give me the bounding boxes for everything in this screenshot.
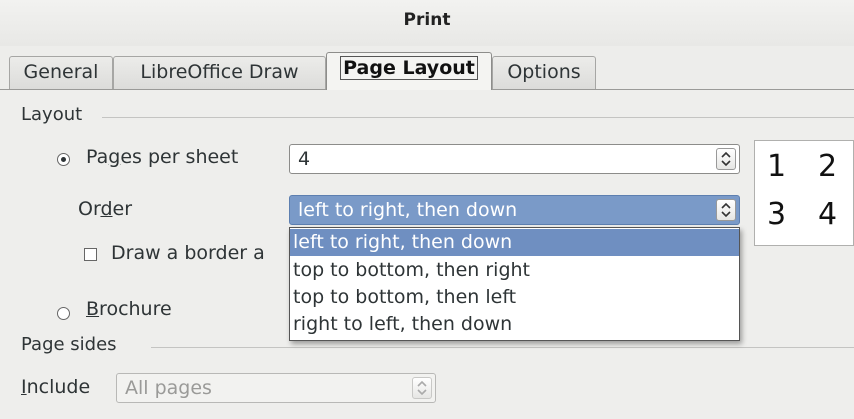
tab-options[interactable]: Options — [492, 56, 596, 89]
updown-chevron-icon[interactable] — [716, 148, 736, 170]
draw-border-label[interactable]: Draw a border a — [111, 242, 265, 264]
page-order-preview: 1 2 3 4 — [754, 140, 854, 246]
order-option-top-to-bottom-then-left[interactable]: top to bottom, then left — [290, 284, 739, 311]
page-sides-section-rule — [151, 347, 854, 348]
tab-bar: General LibreOffice Draw Page Layout Opt… — [0, 52, 854, 90]
updown-chevron-icon[interactable] — [716, 199, 736, 221]
preview-number-1: 1 — [767, 149, 787, 184]
pages-per-sheet-radio[interactable] — [57, 153, 70, 166]
tab-options-label: Options — [507, 61, 581, 83]
tab-page-layout-label: Page Layout — [340, 56, 478, 80]
preview-number-3: 3 — [767, 197, 787, 232]
pages-per-sheet-label[interactable]: Pages per sheet — [86, 146, 238, 168]
include-combo[interactable]: All pages — [116, 373, 436, 403]
tab-libreoffice-draw[interactable]: LibreOffice Draw — [113, 56, 326, 89]
tab-page-layout[interactable]: Page Layout — [326, 52, 492, 90]
brochure-radio[interactable] — [57, 307, 70, 320]
preview-number-2: 2 — [818, 149, 838, 184]
order-value: left to right, then down — [298, 199, 518, 221]
page-sides-section-label: Page sides — [21, 334, 117, 355]
tab-general-label: General — [23, 61, 99, 83]
tab-general[interactable]: General — [9, 56, 113, 89]
order-option-right-to-left-then-down[interactable]: right to left, then down — [290, 311, 739, 338]
dialog-titlebar: Print — [0, 0, 854, 46]
order-option-left-to-right-then-down[interactable]: left to right, then down — [290, 229, 739, 256]
brochure-label[interactable]: Brochure — [86, 298, 172, 320]
order-option-top-to-bottom-then-right[interactable]: top to bottom, then right — [290, 257, 739, 284]
updown-chevron-icon[interactable] — [412, 377, 432, 399]
pages-per-sheet-combo[interactable]: 4 — [289, 144, 740, 174]
order-combo[interactable]: left to right, then down — [289, 195, 740, 225]
pages-per-sheet-value: 4 — [298, 148, 311, 170]
tab-libreoffice-draw-label: LibreOffice Draw — [140, 61, 299, 83]
preview-number-4: 4 — [818, 197, 838, 232]
dialog-title: Print — [403, 10, 451, 30]
draw-border-checkbox[interactable] — [84, 248, 97, 261]
layout-section-label: Layout — [21, 104, 83, 125]
layout-section-rule — [102, 117, 854, 118]
order-dropdown-list: left to right, then down top to bottom, … — [289, 227, 740, 341]
include-value: All pages — [125, 377, 212, 399]
include-label: Include — [21, 376, 91, 398]
order-label: Order — [78, 198, 133, 220]
